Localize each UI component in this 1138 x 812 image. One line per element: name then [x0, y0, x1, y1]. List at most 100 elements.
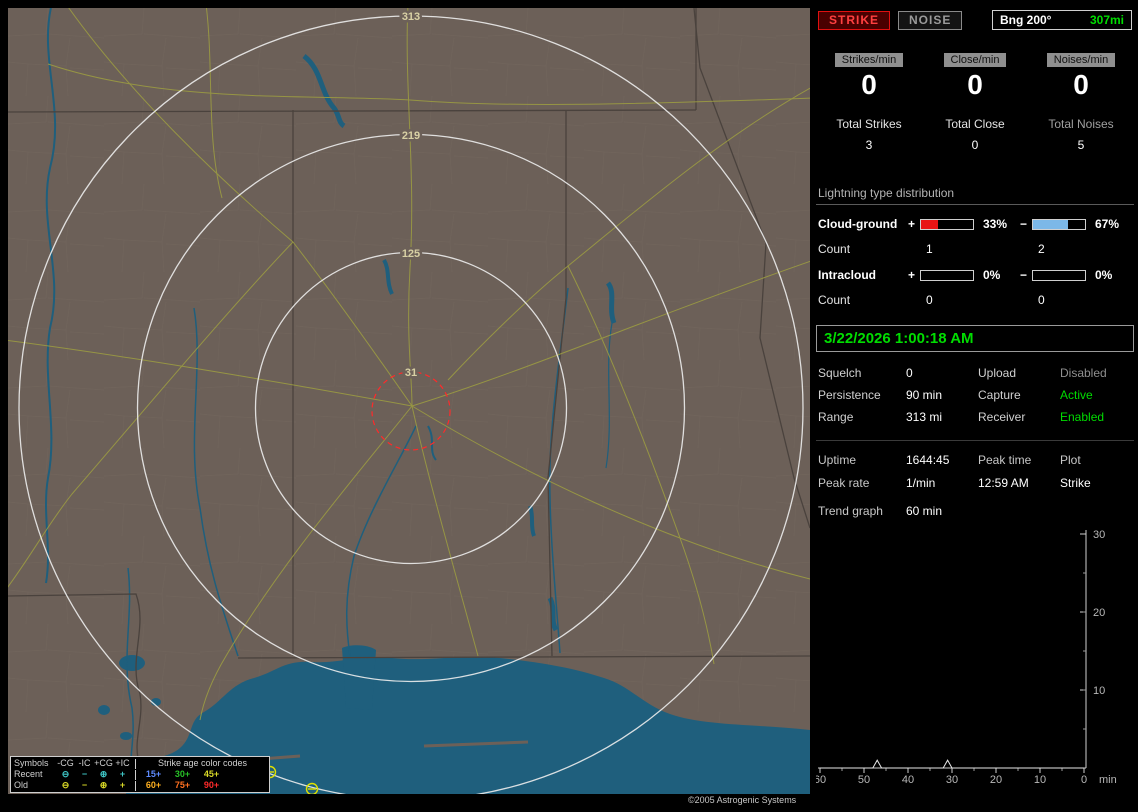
svg-text:10: 10 [1034, 774, 1046, 786]
total-close-value: 0 [971, 138, 979, 152]
ring-label-313: 313 [402, 11, 420, 23]
cg-plus-pct: 33% [983, 217, 1008, 231]
legend-divider [135, 780, 136, 791]
count-label: Count [818, 293, 851, 307]
ic-plus-pct: 0% [983, 268, 1001, 282]
age-code-30: 30+ [174, 769, 191, 779]
svg-text:min: min [1099, 774, 1117, 786]
uptime-value: 1644:45 [906, 453, 950, 467]
strike-indicator-button[interactable]: STRIKE [818, 10, 891, 30]
settings-grid: Squelch 0 Upload Disabled Persistence 90… [816, 366, 1134, 424]
strikes-per-min-label: Strikes/min [834, 53, 904, 67]
plus-sign: + [908, 217, 916, 231]
pos-ic-old-icon: + [119, 780, 126, 790]
cloud-ground-row: Cloud-ground + 33% − 67% [816, 217, 1134, 231]
total-strikes: Total Strikes 3 [816, 117, 922, 152]
svg-text:10: 10 [1093, 685, 1105, 697]
upload-status: Disabled [1060, 366, 1107, 380]
upload-label: Upload [978, 366, 1017, 380]
datetime-value: 3/22/2026 1:00:18 AM [824, 330, 974, 347]
svg-text:30: 30 [946, 774, 958, 786]
range-value: 313 mi [906, 410, 943, 424]
total-close-label: Total Close [945, 117, 1005, 131]
legend-age-header: Strike age color codes [157, 758, 248, 768]
map-region[interactable]: 313 219 125 31 Symbols -CG -IC +CG +IC S… [8, 8, 810, 794]
cloud-ground-label: Cloud-ground [818, 217, 898, 231]
receiver-status: Enabled [1060, 410, 1105, 424]
noises-per-min-label: Noises/min [1046, 53, 1116, 67]
range-label: Range [818, 410, 854, 424]
peak-time-label: Peak time [978, 453, 1032, 467]
cg-plus-bar [920, 218, 974, 230]
ic-minus-bar [1032, 269, 1086, 281]
rate-counters: Strikes/min 0 Close/min 0 Noises/min 0 [816, 52, 1134, 101]
age-code-90: 90+ [203, 780, 220, 790]
trend-graph-label: Trend graph [818, 504, 883, 518]
ic-plus-count: 0 [926, 293, 933, 307]
close-per-min: Close/min 0 [922, 52, 1028, 101]
strikes-per-min-value: 0 [861, 69, 877, 100]
receiver-label: Receiver [978, 410, 1026, 424]
svg-text:60: 60 [816, 774, 826, 786]
age-code-75: 75+ [174, 780, 191, 790]
trend-graph-header: Trend graph 60 min [816, 504, 1134, 518]
cg-minus-count: 2 [1038, 242, 1045, 256]
cloud-ground-count-row: Count 1 2 [816, 242, 1134, 256]
ic-plus-bar [920, 269, 974, 281]
legend-col-pos-cg: +CG [94, 758, 113, 768]
neg-cg-old-icon: ⊖ [61, 780, 70, 790]
ring-label-31: 31 [405, 367, 417, 379]
count-label: Count [818, 242, 851, 256]
total-strikes-label: Total Strikes [836, 117, 902, 131]
peak-rate-value: 1/min [906, 476, 936, 490]
svg-text:40: 40 [902, 774, 914, 786]
svg-text:20: 20 [990, 774, 1002, 786]
capture-label: Capture [978, 388, 1021, 402]
ring-label-125: 125 [402, 248, 420, 260]
ring-label-219: 219 [402, 130, 420, 142]
noises-per-min-value: 0 [1073, 69, 1089, 100]
total-noises-label: Total Noises [1048, 117, 1114, 131]
noise-indicator-button[interactable]: NOISE [898, 10, 963, 30]
pos-ic-recent-icon: + [119, 769, 126, 779]
pos-cg-old-icon: ⊕ [99, 780, 108, 790]
cg-minus-pct: 67% [1095, 217, 1120, 231]
map-legend: Symbols -CG -IC +CG +IC Strike age color… [10, 756, 270, 793]
pos-cg-recent-icon: ⊕ [99, 769, 108, 779]
total-close: Total Close 0 [922, 117, 1028, 152]
total-noises-value: 5 [1077, 138, 1085, 152]
svg-text:50: 50 [858, 774, 870, 786]
indicator-row: STRIKE NOISE Bng 200° 307mi [818, 10, 1132, 30]
legend-col-neg-cg: -CG [57, 758, 74, 768]
neg-ic-old-icon: − [81, 780, 88, 790]
map-canvas: 313 219 125 31 [8, 8, 810, 794]
age-code-60: 60+ [145, 780, 162, 790]
bearing-label: Bng 200° [1000, 13, 1052, 27]
legend-divider [135, 769, 136, 780]
legend-symbols-header: Symbols [14, 758, 49, 768]
legend-col-neg-ic: -IC [78, 758, 91, 768]
close-per-min-label: Close/min [943, 53, 1007, 67]
distribution-title: Lightning type distribution [816, 186, 1134, 205]
age-code-45: 45+ [203, 769, 220, 779]
squelch-label: Squelch [818, 366, 862, 380]
neg-ic-recent-icon: − [81, 769, 88, 779]
intracloud-row: Intracloud + 0% − 0% [816, 268, 1134, 282]
peak-time-value: 12:59 AM [978, 476, 1029, 490]
squelch-value: 0 [906, 366, 913, 380]
cg-plus-count: 1 [926, 242, 933, 256]
total-noises: Total Noises 5 [1028, 117, 1134, 152]
trend-graph: 30 20 10 60 50 40 30 20 10 0 min [814, 529, 1117, 786]
side-panel: STRIKE NOISE Bng 200° 307mi Strikes/min … [814, 8, 1134, 791]
totals-row: Total Strikes 3 Total Close 0 Total Nois… [816, 117, 1134, 152]
datetime-box: 3/22/2026 1:00:18 AM [816, 325, 1134, 352]
persistence-value: 90 min [906, 388, 943, 402]
cg-minus-bar [1032, 218, 1086, 230]
minus-sign: − [1020, 217, 1028, 231]
close-per-min-value: 0 [967, 69, 983, 100]
copyright-text: ©2005 Astrogenic Systems [688, 795, 797, 805]
svg-text:20: 20 [1093, 607, 1105, 619]
status-grid: Uptime 1644:45 Peak time Plot Peak rate … [816, 440, 1134, 490]
legend-divider [135, 758, 136, 769]
svg-text:0: 0 [1081, 774, 1087, 786]
